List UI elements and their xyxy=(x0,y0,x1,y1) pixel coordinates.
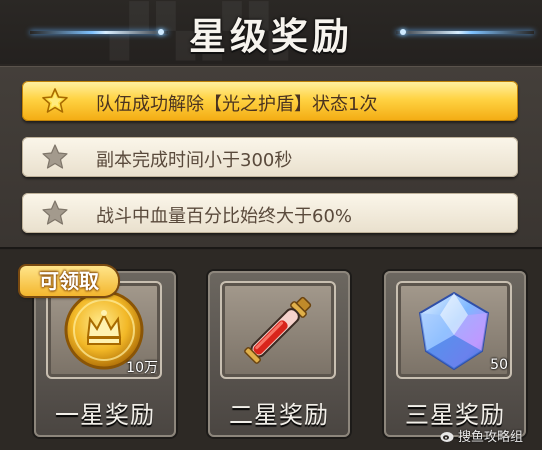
weibo-logo-icon xyxy=(440,432,454,442)
reward-label-1: 一星奖励 xyxy=(55,401,155,429)
condition-text-1: 队伍成功解除【光之护盾】状态1次 xyxy=(96,94,378,115)
reward-quantity: 10万 xyxy=(126,360,158,376)
star-conditions-panel: 队伍成功解除【光之护盾】状态1次 副本完成时间小于300秒 战斗中血量百分比始终… xyxy=(0,66,542,249)
reward-label-2: 二星奖励 xyxy=(229,401,329,429)
star-empty-icon xyxy=(42,200,68,225)
title-decor-line-right xyxy=(396,29,534,35)
claimable-badge[interactable]: 可领取 xyxy=(20,266,118,296)
condition-text-3: 战斗中血量百分比始终大于60% xyxy=(96,206,353,227)
reward-slot-3[interactable]: 50 三星奖励 xyxy=(384,271,526,437)
reward-label-3: 三星奖励 xyxy=(405,401,505,429)
reward-slot-2[interactable]: 二星奖励 xyxy=(208,271,350,437)
condition-row-1: 队伍成功解除【光之护盾】状态1次 xyxy=(22,81,518,121)
condition-row-2: 副本完成时间小于300秒 xyxy=(22,137,518,177)
star-empty-icon xyxy=(42,144,68,169)
condition-text-2: 副本完成时间小于300秒 xyxy=(96,150,293,171)
source-watermark: 搜鱼攻略组 xyxy=(440,426,523,445)
watermark-text: 搜鱼攻略组 xyxy=(458,430,524,445)
red-potion-vial-icon xyxy=(244,296,312,364)
title-bar: ▞▚▞▚ 星级奖励 xyxy=(0,0,542,64)
condition-row-3: 战斗中血量百分比始终大于60% xyxy=(22,193,518,233)
reward-quantity: 50 xyxy=(490,357,508,373)
star-filled-icon xyxy=(42,88,68,113)
